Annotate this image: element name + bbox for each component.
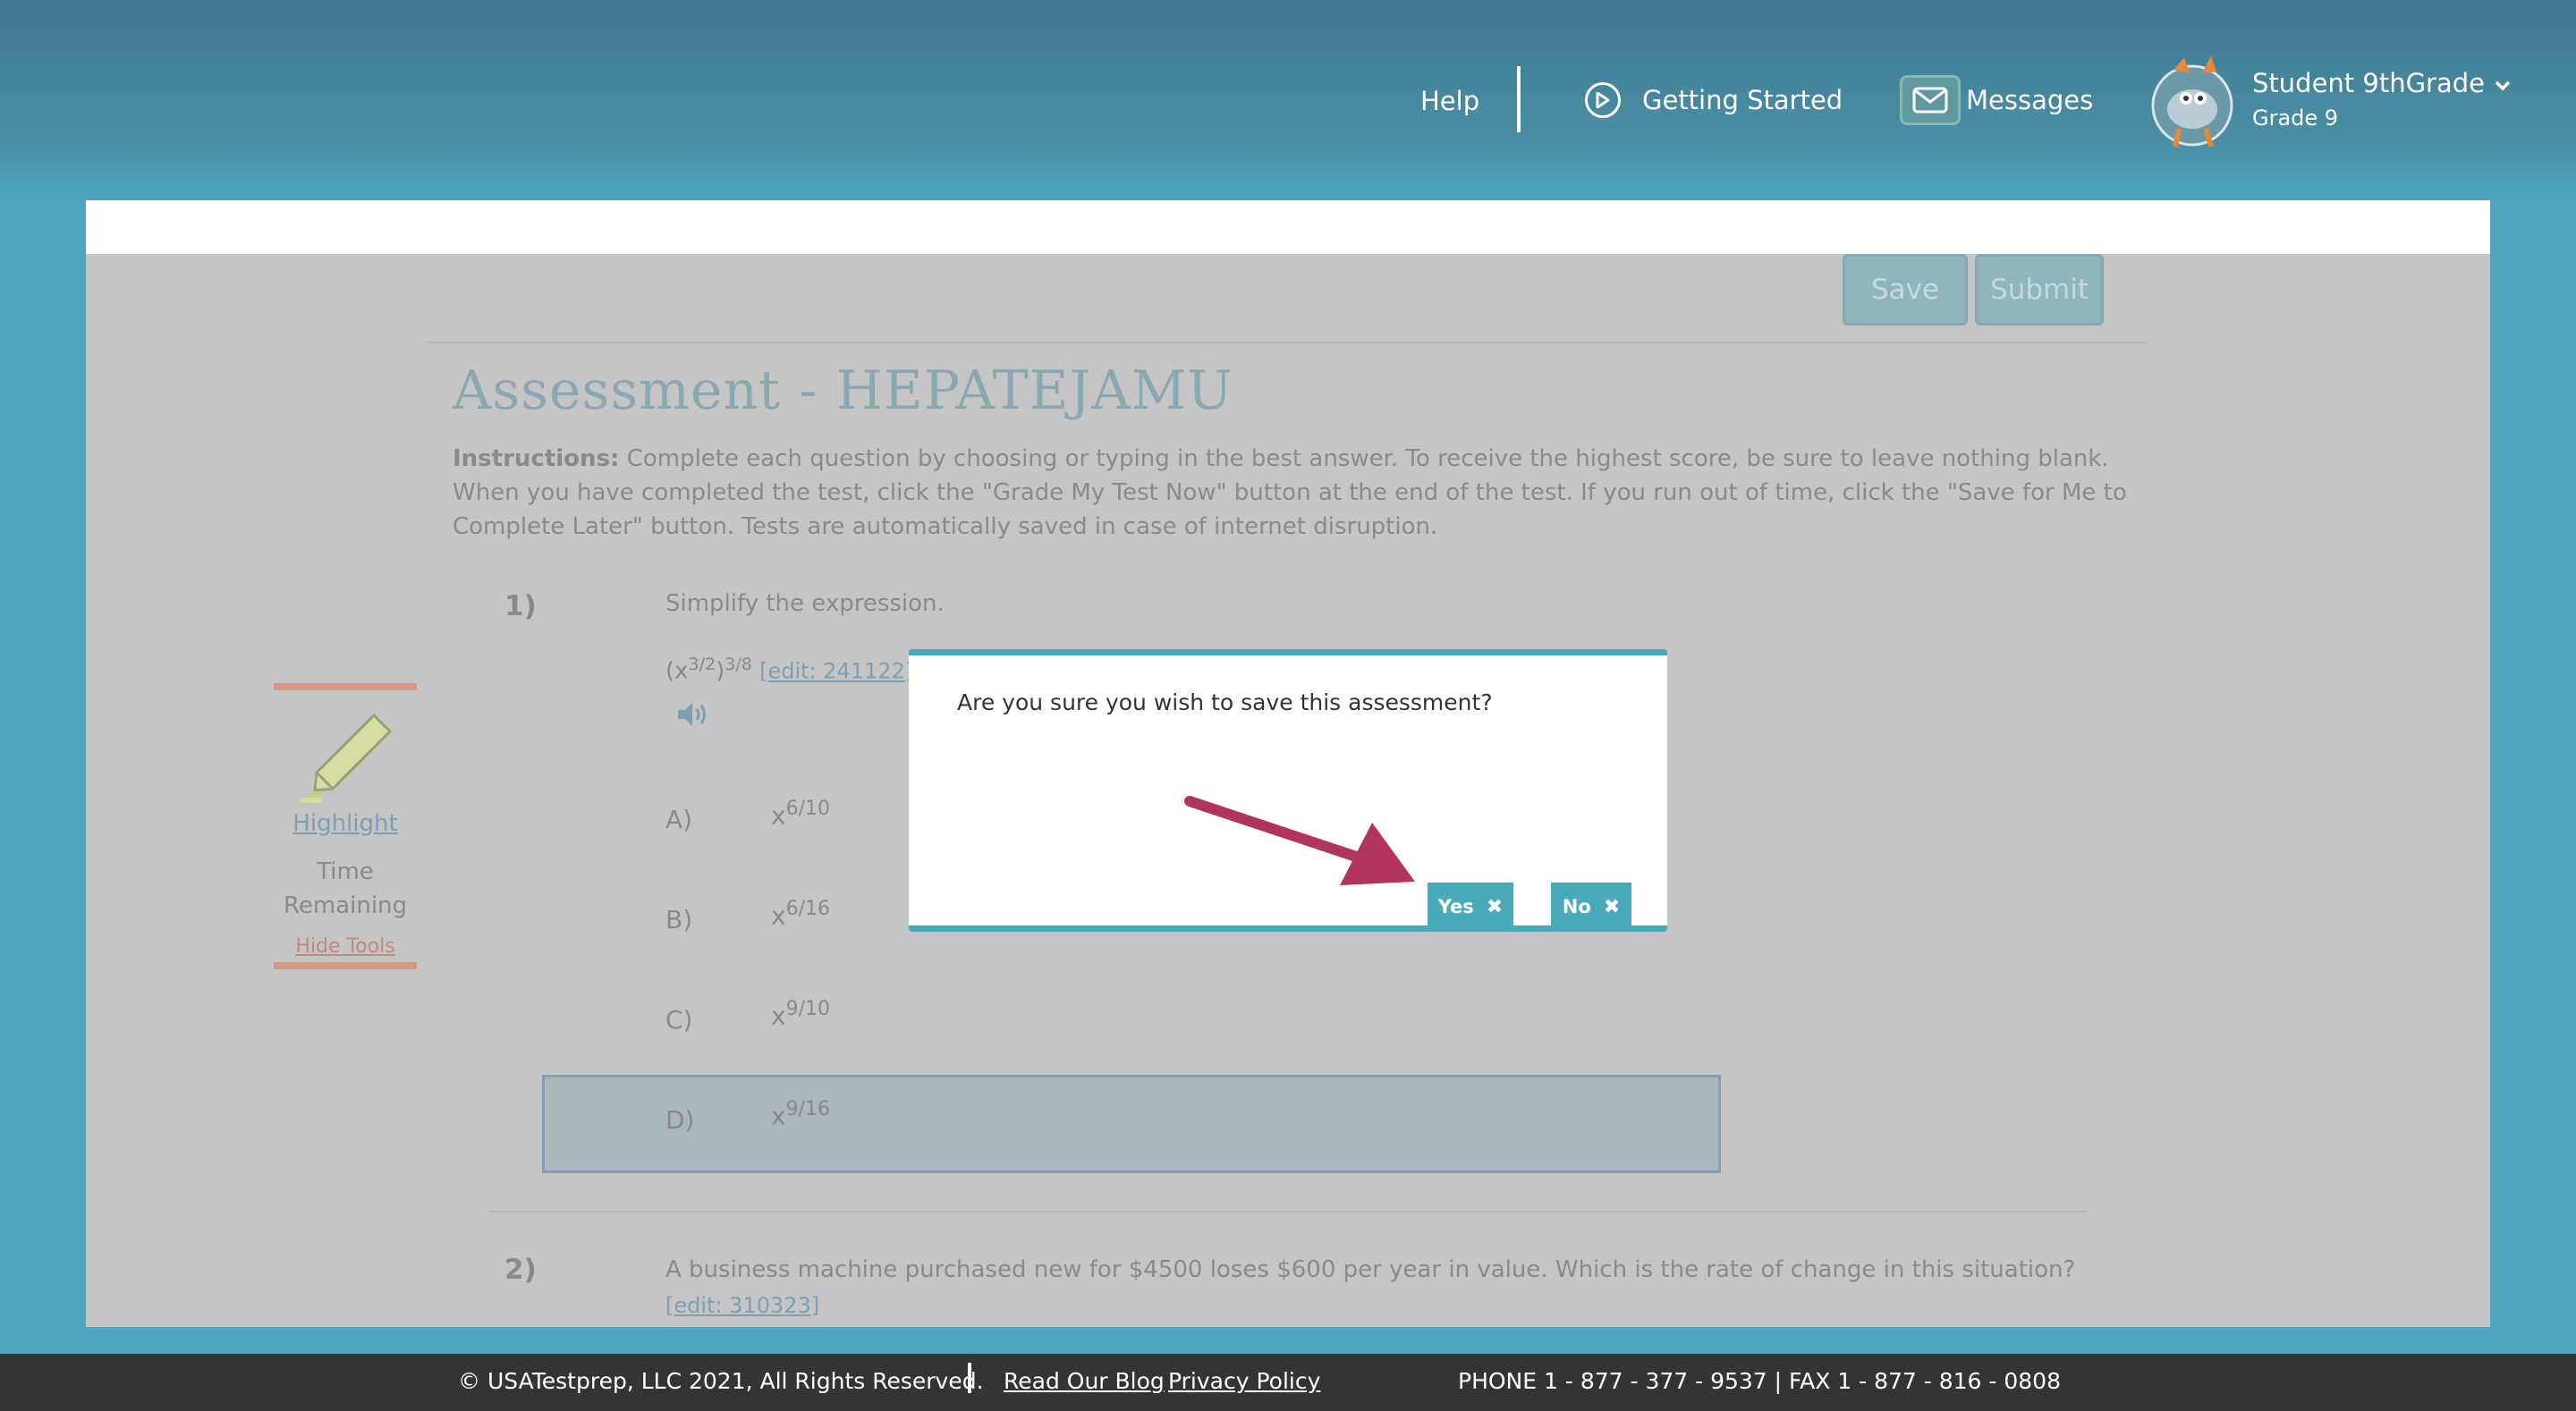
question-number: 2) bbox=[504, 1254, 537, 1286]
avatar[interactable] bbox=[2148, 52, 2236, 150]
pointer-arrow-annotation bbox=[1181, 787, 1431, 898]
instructions: Instructions: Complete each question by … bbox=[453, 442, 2179, 544]
user-grade: Grade 9 bbox=[2252, 106, 2339, 131]
divider bbox=[426, 342, 2147, 343]
user-menu[interactable]: Student 9thGrade bbox=[2252, 68, 2512, 98]
nav-divider bbox=[1517, 66, 1521, 132]
tools-border-bottom bbox=[274, 962, 417, 969]
option-d-letter[interactable]: D) bbox=[665, 1105, 694, 1135]
no-label: No bbox=[1562, 896, 1591, 917]
play-icon bbox=[1585, 82, 1621, 118]
close-icon: ✖ bbox=[1486, 895, 1504, 918]
dialog-message: Are you sure you wish to save this asses… bbox=[957, 689, 1493, 715]
help-link[interactable]: Help bbox=[1420, 86, 1479, 116]
option-a-letter[interactable]: A) bbox=[665, 805, 692, 834]
highlighter-icon[interactable] bbox=[297, 710, 395, 812]
question-text: Simplify the expression. bbox=[665, 590, 945, 617]
option-b-value[interactable]: x6/16 bbox=[771, 898, 830, 930]
option-base: x bbox=[771, 900, 786, 931]
getting-started-label: Getting Started bbox=[1642, 85, 1843, 115]
divider bbox=[488, 1211, 2088, 1212]
contact-info: PHONE 1 - 877 - 377 - 9537 | FAX 1 - 877… bbox=[1458, 1368, 2061, 1394]
footer: © USATestprep, LLC 2021, All Rights Rese… bbox=[0, 1354, 2576, 1411]
edit-link[interactable]: [edit: 241122] bbox=[759, 659, 913, 684]
page-title: Assessment - HEPATEJAMU bbox=[453, 359, 1233, 422]
time-label: Time bbox=[317, 858, 374, 885]
option-c-value[interactable]: x9/10 bbox=[771, 998, 830, 1030]
expr-inner-exponent: 3/2 bbox=[688, 655, 716, 674]
expr-base: (x bbox=[665, 657, 689, 685]
messages-label: Messages bbox=[1966, 85, 2094, 115]
tools-border-top bbox=[274, 683, 417, 690]
instructions-text: Complete each question by choosing or ty… bbox=[453, 445, 2127, 540]
question-number: 1) bbox=[504, 590, 537, 622]
footer-divider bbox=[968, 1363, 971, 1393]
remaining-label: Remaining bbox=[283, 892, 408, 919]
edit-link[interactable]: [edit: 310323] bbox=[665, 1293, 819, 1318]
option-exponent: 9/10 bbox=[785, 998, 830, 1020]
top-header: Help Getting Started Messages Student 9t… bbox=[0, 0, 2576, 200]
yes-label: Yes bbox=[1437, 896, 1474, 917]
chevron-down-icon bbox=[2494, 68, 2512, 98]
option-a-value[interactable]: x6/10 bbox=[771, 798, 830, 830]
blog-link[interactable]: Read Our Blog bbox=[1004, 1368, 1165, 1394]
no-button[interactable]: No ✖ bbox=[1551, 883, 1631, 931]
save-button[interactable]: Save bbox=[1843, 254, 1968, 325]
copyright: © USATestprep, LLC 2021, All Rights Rese… bbox=[458, 1368, 984, 1394]
option-base: x bbox=[771, 1101, 786, 1131]
option-c-letter[interactable]: C) bbox=[665, 1005, 692, 1035]
expr-close: ) bbox=[716, 657, 725, 685]
getting-started-link[interactable]: Getting Started bbox=[1585, 82, 1843, 118]
hide-tools-link[interactable]: Hide Tools bbox=[274, 935, 417, 958]
card-top-strip bbox=[86, 200, 2490, 254]
expr-outer-exponent: 3/8 bbox=[724, 655, 752, 674]
question-text: A business machine purchased new for $45… bbox=[665, 1252, 2114, 1323]
yes-button[interactable]: Yes ✖ bbox=[1428, 883, 1513, 931]
submit-button[interactable]: Submit bbox=[1975, 254, 2104, 325]
instructions-label: Instructions: bbox=[453, 445, 620, 472]
messages-link[interactable]: Messages bbox=[1900, 75, 2093, 125]
speaker-icon[interactable] bbox=[676, 699, 712, 733]
option-d-value[interactable]: x9/16 bbox=[771, 1098, 830, 1130]
option-b-letter[interactable]: B) bbox=[665, 905, 692, 934]
privacy-link[interactable]: Privacy Policy bbox=[1168, 1368, 1320, 1394]
question-expression: (x3/2)3/8 [edit: 241122] bbox=[665, 655, 913, 685]
user-name: Student 9thGrade bbox=[2252, 68, 2485, 98]
option-exponent: 6/10 bbox=[785, 798, 830, 820]
time-remaining: Time Remaining bbox=[274, 855, 417, 923]
option-d-selected[interactable] bbox=[542, 1075, 1721, 1173]
mail-icon bbox=[1900, 75, 1961, 125]
option-base: x bbox=[771, 1001, 786, 1031]
option-exponent: 6/16 bbox=[785, 898, 830, 920]
option-exponent: 9/16 bbox=[785, 1098, 830, 1120]
highlight-link[interactable]: Highlight bbox=[274, 810, 417, 837]
close-icon: ✖ bbox=[1603, 895, 1621, 918]
option-base: x bbox=[771, 800, 786, 831]
question-2-text: A business machine purchased new for $45… bbox=[665, 1256, 2076, 1283]
